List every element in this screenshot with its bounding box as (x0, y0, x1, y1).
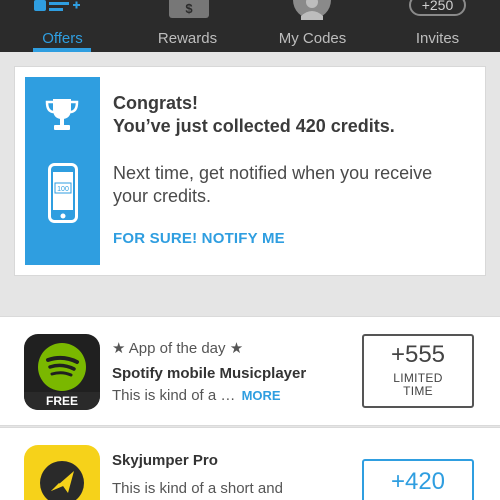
tab-invites-label: Invites (415, 30, 460, 47)
offer-title: Spotify mobile Musicplayer (112, 365, 307, 382)
phone-credit-value: 100 (57, 186, 69, 193)
offer-description: This is kind of a … MORE (112, 387, 281, 404)
spotify-app-icon: FREE (24, 334, 100, 410)
notify-me-link[interactable]: FOR SURE! NOTIFY ME (113, 230, 285, 247)
trophy-icon (45, 99, 79, 130)
time-label: TIME (403, 384, 433, 398)
list-item[interactable]: Skyjumper Pro This is kind of a short an… (0, 427, 500, 500)
avatar-icon (293, 0, 331, 20)
tab-offers-label: Offers (42, 30, 83, 47)
active-tab-indicator (33, 48, 91, 52)
credits-notification-card: 100 Congrats! You’ve just collected 420 … (14, 66, 486, 276)
credits-amount: +555 (390, 341, 446, 368)
list-item[interactable]: FREE ★ App of the day ★ Spotify mobile M… (0, 316, 500, 426)
card-icon-panel: 100 (25, 77, 100, 265)
tab-rewards-label: Rewards (157, 30, 218, 47)
credits-button[interactable]: +555 LIMITED TIME (362, 334, 474, 408)
skyjumper-app-icon (24, 445, 100, 500)
offer-description: This is kind of a short and (112, 480, 283, 497)
tab-my-codes-label: My Codes (278, 30, 347, 47)
credits-button[interactable]: +420 (362, 459, 474, 500)
credits-amount: +420 (390, 468, 446, 495)
more-link[interactable]: MORE (242, 388, 281, 403)
top-nav-bar: Offers Rewards $ My Codes Invites +250 (0, 0, 500, 52)
tab-offers[interactable]: Offers (0, 0, 125, 52)
dollar-tag-icon: $ (169, 0, 209, 18)
congrats-message: Congrats! You’ve just collected 420 cred… (113, 92, 395, 138)
airplane-icon (40, 461, 84, 500)
offer-description-text: This is kind of a … (112, 387, 236, 404)
notification-prompt: Next time, get notified when you receive… (113, 163, 433, 206)
app-of-day-tag: ★ App of the day ★ (112, 340, 244, 357)
smartphone-icon: 100 (48, 163, 78, 223)
offer-title: Skyjumper Pro (112, 452, 218, 469)
free-badge: FREE (24, 392, 100, 410)
invite-badge-icon: +250 (409, 0, 466, 16)
credits-collected-text: You’ve just collected 420 credits. (113, 116, 395, 136)
list-plus-icon (34, 0, 80, 11)
congrats-title: Congrats! (113, 93, 198, 113)
